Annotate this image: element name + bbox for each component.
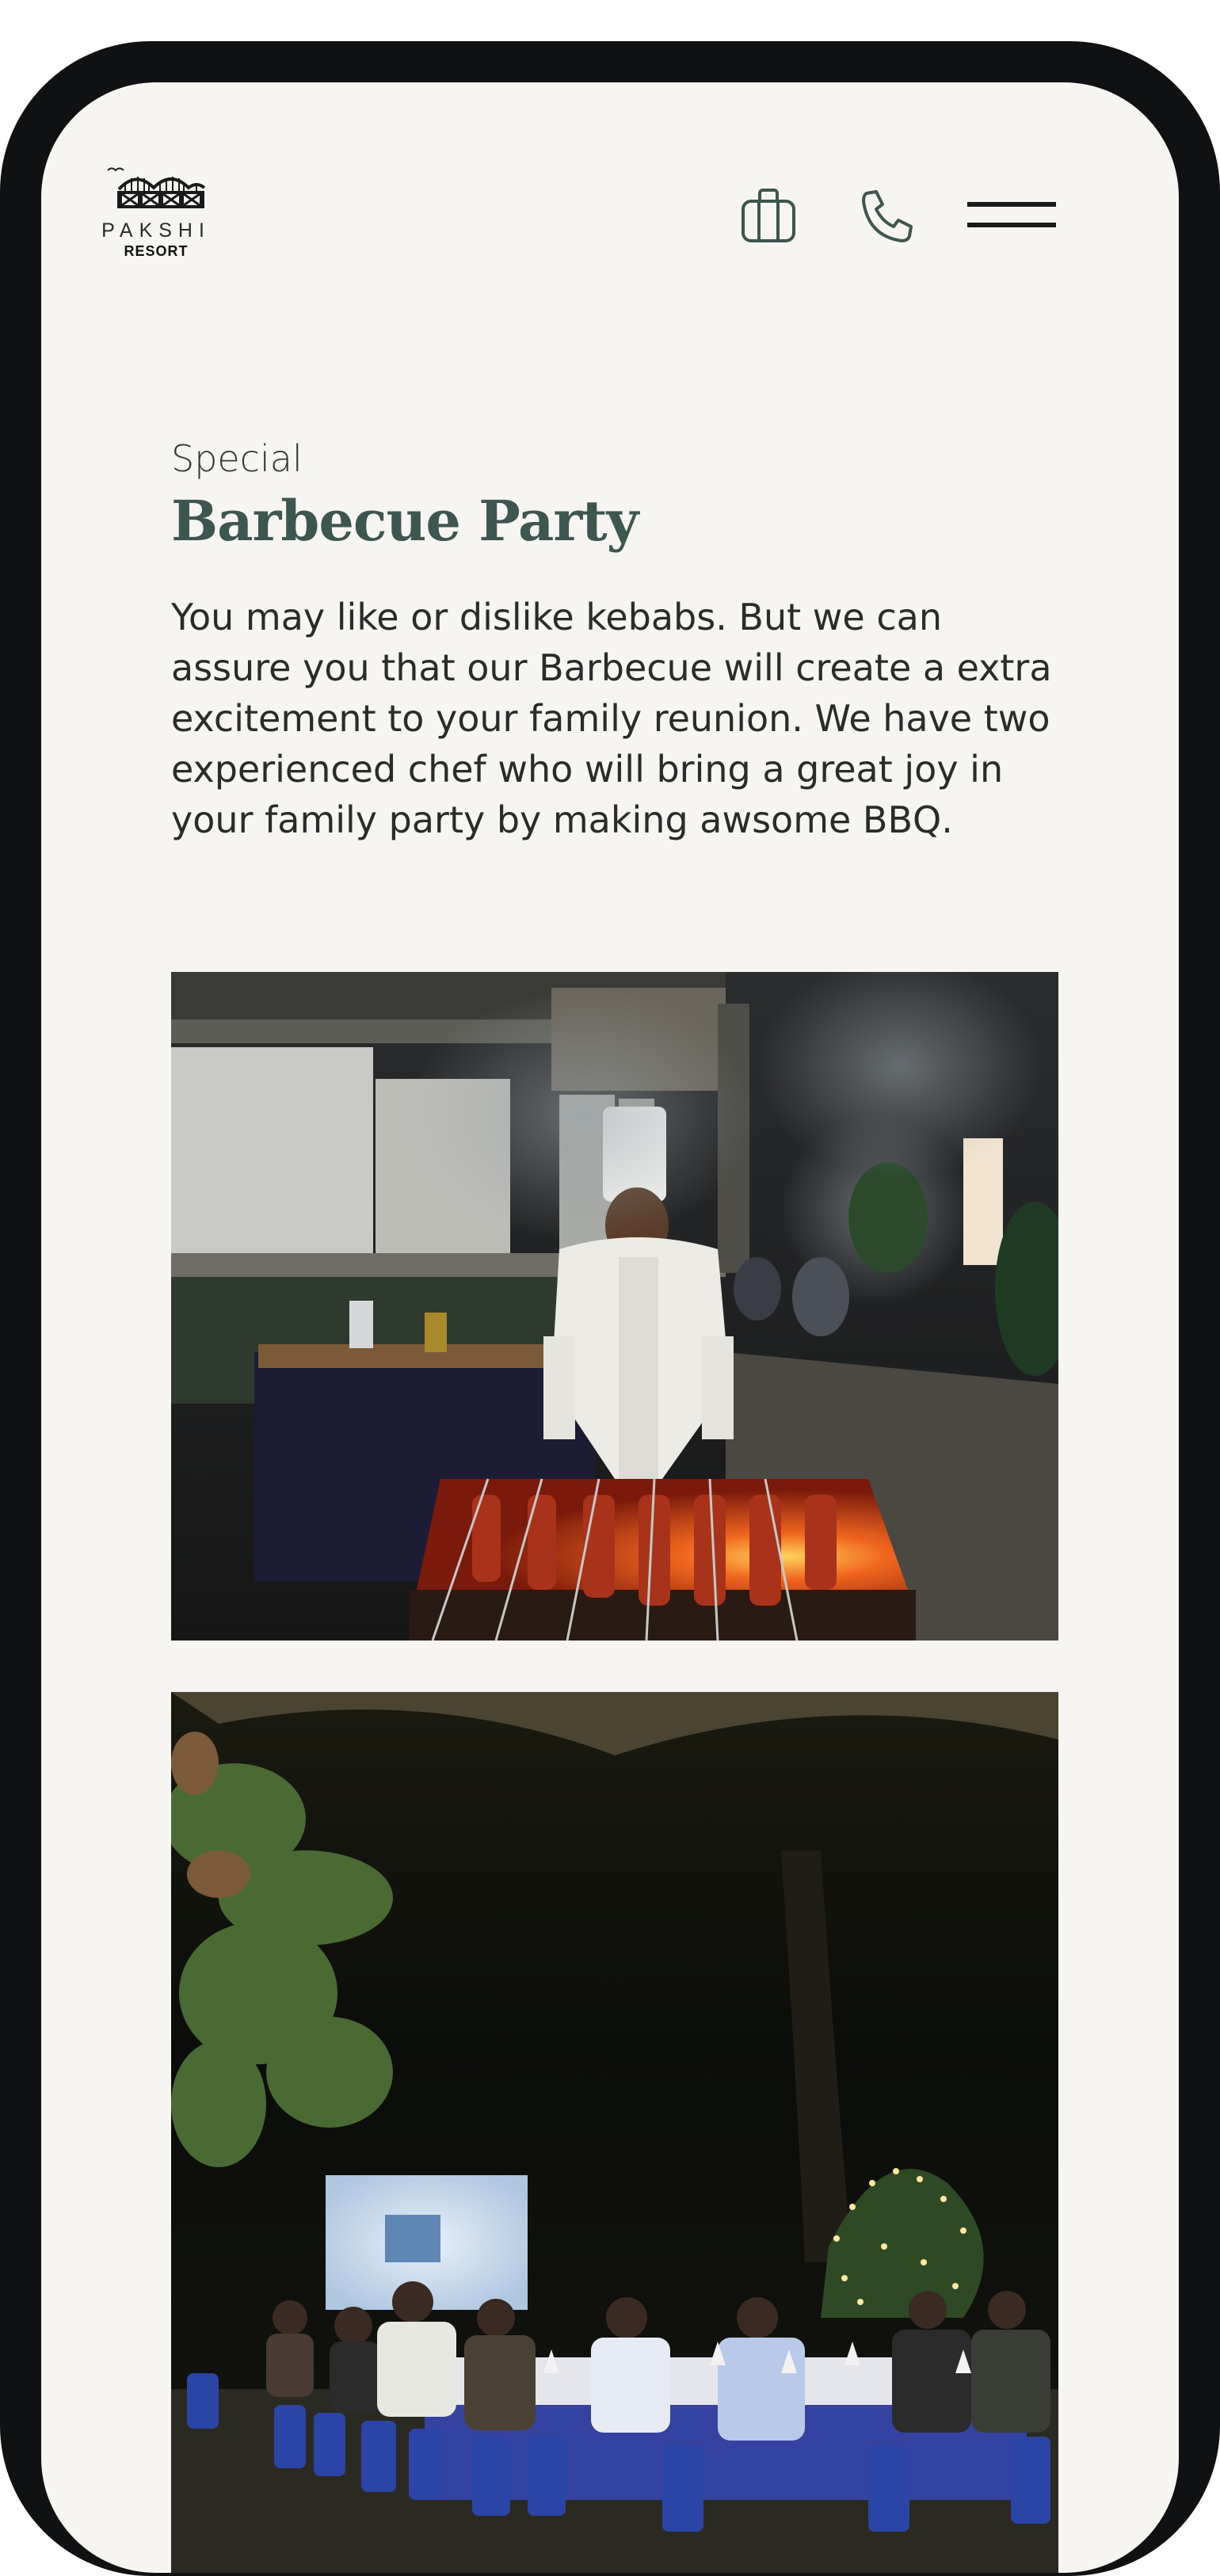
brand-name: PAKSHI [101, 219, 211, 242]
outdoor-dinner-image [171, 1692, 1058, 2573]
brand-subtitle: RESORT [124, 243, 189, 259]
bbq-chef-photo [171, 972, 1058, 1640]
section-title: Barbecue Party [171, 488, 639, 554]
phone-screen: PAKSHI RESORT Special Barbecue Party You… [41, 82, 1179, 2573]
phone-icon [862, 190, 913, 242]
brand-logo[interactable]: PAKSHI RESORT [89, 166, 223, 261]
briefcase-icon [742, 189, 795, 242]
device-frame: PAKSHI RESORT Special Barbecue Party You… [0, 41, 1220, 2576]
section-description: You may like or dislike kebabs. But we c… [171, 596, 1052, 841]
call-button[interactable] [857, 185, 917, 246]
bbq-chef-image [171, 972, 1058, 1640]
booking-button[interactable] [738, 185, 799, 246]
barbecue-section: Special Barbecue Party You may like or d… [171, 435, 1058, 845]
bridge-logo-icon [107, 167, 206, 208]
outdoor-dinner-photo [171, 1692, 1058, 2573]
hamburger-menu-icon [967, 202, 1056, 227]
section-eyebrow: Special [171, 437, 303, 480]
site-header: PAKSHI RESORT [41, 82, 1179, 320]
menu-button[interactable] [964, 193, 1059, 241]
